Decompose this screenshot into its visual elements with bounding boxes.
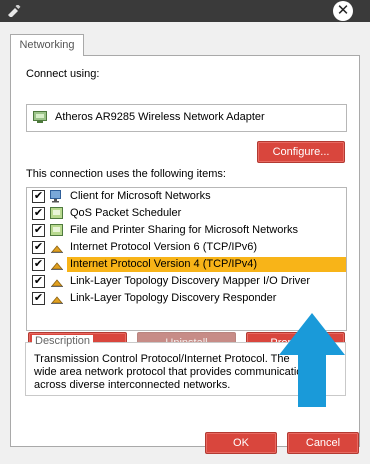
network-service-icon [50, 224, 63, 236]
title-bar: ✕ [0, 0, 370, 22]
configure-button[interactable]: Configure... [257, 141, 345, 163]
protocol-icon [51, 262, 63, 270]
list-item-label: Client for Microsoft Networks [70, 190, 211, 202]
adapter-field: Atheros AR9285 Wireless Network Adapter [26, 104, 347, 132]
list-item-label: Internet Protocol Version 6 (TCP/IPv6) [70, 241, 258, 253]
annotation-arrow-icon [279, 313, 345, 407]
list-item-label: Link-Layer Topology Discovery Mapper I/O… [70, 275, 311, 287]
items-list[interactable]: ✔ Client for Microsoft Networks ✔ QoS Pa… [26, 187, 347, 331]
network-adapter-icon [33, 111, 47, 123]
network-plug-icon [8, 5, 21, 17]
checkbox[interactable]: ✔ [32, 258, 45, 271]
network-client-icon [50, 190, 61, 203]
list-item-label: Link-Layer Topology Discovery Responder [70, 292, 277, 304]
tab-networking[interactable]: Networking [10, 34, 84, 56]
checkbox[interactable]: ✔ [32, 190, 45, 203]
list-item-label: Internet Protocol Version 4 (TCP/IPv4) [67, 257, 346, 272]
description-legend: Description [32, 335, 94, 347]
network-service-icon [50, 207, 63, 219]
checkbox[interactable]: ✔ [32, 241, 45, 254]
list-item-label: QoS Packet Scheduler [70, 207, 182, 219]
checkbox[interactable]: ✔ [32, 224, 45, 237]
list-item-label: File and Printer Sharing for Microsoft N… [70, 224, 299, 236]
list-item[interactable]: ✔ Client for Microsoft Networks [27, 188, 346, 205]
list-item[interactable]: ✔ QoS Packet Scheduler [27, 205, 346, 222]
checkbox[interactable]: ✔ [32, 292, 45, 305]
protocol-icon [51, 296, 63, 304]
list-item[interactable]: ✔ Link-Layer Topology Discovery Mapper I… [27, 273, 346, 290]
list-item[interactable]: ✔ Link-Layer Topology Discovery Responde… [27, 290, 346, 307]
checkbox[interactable]: ✔ [32, 207, 45, 220]
protocol-icon [51, 279, 63, 287]
items-label: This connection uses the following items… [26, 168, 226, 180]
ok-button[interactable]: OK [205, 432, 277, 454]
list-item-selected[interactable]: ✔ Internet Protocol Version 4 (TCP/IPv4) [27, 256, 346, 273]
list-item[interactable]: ✔ Internet Protocol Version 6 (TCP/IPv6) [27, 239, 346, 256]
close-icon: ✕ [336, 2, 350, 19]
adapter-name: Atheros AR9285 Wireless Network Adapter [55, 111, 265, 123]
connect-using-label: Connect using: [26, 68, 100, 80]
close-button[interactable]: ✕ [333, 1, 353, 21]
checkbox[interactable]: ✔ [32, 275, 45, 288]
list-item[interactable]: ✔ File and Printer Sharing for Microsoft… [27, 222, 346, 239]
cancel-button[interactable]: Cancel [287, 432, 359, 454]
protocol-icon [51, 245, 63, 253]
